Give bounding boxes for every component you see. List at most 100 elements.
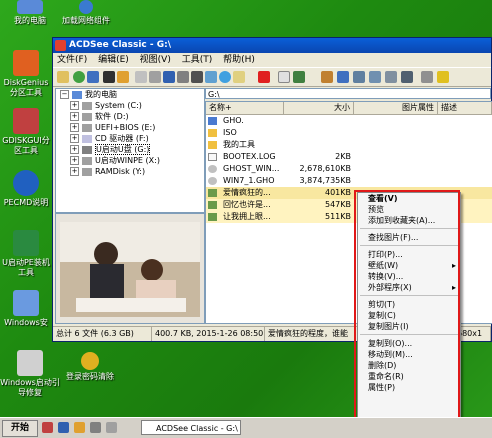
taskbar-task-label: ACDSee Classic - G:\	[156, 424, 238, 433]
tools-icon[interactable]	[321, 71, 333, 83]
taskbar-task-acdsee[interactable]: ACDSee Classic - G:\	[141, 420, 241, 435]
quicklaunch-icon[interactable]	[58, 422, 69, 433]
thumbnails-icon[interactable]	[353, 71, 365, 83]
file-row[interactable]: WIN7_1.GHO 3,874,735KB	[206, 175, 492, 187]
uqidong-icon	[13, 230, 39, 256]
tree-item-drive-e[interactable]: + UEFI+BIOS (E:)	[56, 122, 204, 133]
desktop-icon-my-computer[interactable]: 我的电脑	[0, 0, 60, 26]
text-file-icon	[208, 153, 217, 161]
file-size	[284, 139, 354, 151]
window-title-bar[interactable]: ACDSee Classic - G:\	[53, 38, 491, 53]
expand-icon[interactable]: +	[70, 145, 79, 154]
menu-tools[interactable]: 工具(T)	[178, 55, 217, 65]
list-icon[interactable]	[385, 71, 397, 83]
drive-icon	[82, 101, 92, 110]
folder-up-icon[interactable]	[57, 71, 69, 83]
view-icon[interactable]	[278, 71, 290, 83]
grid-icon[interactable]	[401, 71, 413, 83]
tree-item-drive-x[interactable]: + U启动WINPE (X:)	[56, 155, 204, 166]
desktop-icon-pecmd[interactable]: PECMD说明	[0, 170, 52, 208]
file-row[interactable]: 我的工具	[206, 139, 492, 151]
tree-item-drive-g[interactable]: + U启动U盘 (G:)	[56, 144, 204, 155]
file-row[interactable]: GHO.	[206, 115, 492, 127]
file-size: 511KB	[324, 212, 351, 221]
window-title: ACDSee Classic - G:\	[69, 40, 172, 50]
refresh-icon[interactable]	[73, 71, 85, 83]
expand-icon[interactable]: +	[70, 123, 79, 132]
network-icon	[79, 0, 93, 14]
desktop-icon-windows-install[interactable]: Windows安	[0, 290, 52, 328]
up-arrow-icon[interactable]	[87, 71, 99, 83]
email-icon[interactable]	[233, 71, 245, 83]
quicklaunch-icon[interactable]	[90, 422, 101, 433]
file-list-header: 名称+ 大小 图片属性 描述	[206, 102, 492, 115]
desktop-icon-diskgenius[interactable]: DiskGenius分区工具	[0, 50, 52, 98]
menu-help[interactable]: 帮助(H)	[219, 55, 259, 65]
file-name: BOOTEX.LOG	[223, 152, 276, 161]
folder-icon	[208, 129, 217, 137]
tree-item-my-computer[interactable]: − 我的电脑	[56, 89, 204, 100]
tree-item-drive-y[interactable]: + RAMDisk (Y:)	[56, 166, 204, 177]
computer-icon	[17, 0, 43, 14]
column-image-properties[interactable]: 图片属性	[354, 102, 438, 114]
desktop-icon-password-clear[interactable]: 登录密码清除	[58, 352, 122, 382]
expand-icon[interactable]: +	[70, 134, 79, 143]
tree-item-drive-f[interactable]: + CD 驱动器 (F:)	[56, 133, 204, 144]
file-name: 回忆也许是...	[223, 200, 271, 209]
delete-icon[interactable]	[258, 71, 270, 83]
image-icon[interactable]	[205, 71, 217, 83]
folder-tree[interactable]: − 我的电脑 + System (C:) + 软件 (D:) + UEFI+BIOS (…	[55, 88, 205, 213]
drive-icon	[82, 156, 92, 165]
start-button[interactable]: 开始	[2, 420, 38, 437]
quicklaunch-icon[interactable]	[74, 422, 85, 433]
details-icon[interactable]	[369, 71, 381, 83]
collapse-icon[interactable]: −	[60, 90, 69, 99]
menu-view[interactable]: 视图(V)	[136, 55, 175, 65]
file-row[interactable]: GHOST_WIN... 2,678,610KB	[206, 163, 492, 175]
highlight-box	[354, 190, 460, 435]
camera-icon[interactable]	[191, 71, 203, 83]
desktop-icon-uqidong[interactable]: U启动PE装机工具	[0, 230, 52, 278]
expand-icon[interactable]: +	[70, 167, 79, 176]
usb-drive-icon	[82, 145, 92, 154]
file-size	[284, 115, 354, 127]
address-bar[interactable]: G:\	[205, 88, 491, 99]
desktop-icon-label: GDISKGUI分区工具	[2, 136, 50, 155]
settings-icon[interactable]	[421, 71, 433, 83]
print-icon[interactable]	[177, 71, 189, 83]
tree-item-drive-c[interactable]: + System (C:)	[56, 100, 204, 111]
file-row[interactable]: ISO	[206, 127, 492, 139]
drive-icon	[82, 123, 92, 132]
favorites-icon[interactable]	[117, 71, 129, 83]
menu-file[interactable]: 文件(F)	[53, 55, 91, 65]
copy-icon[interactable]	[135, 71, 147, 83]
preview-image	[56, 214, 204, 323]
move-icon[interactable]	[149, 71, 161, 83]
desktop-icon-network[interactable]: 加载网络组件	[56, 0, 116, 26]
quicklaunch-icon[interactable]	[42, 422, 53, 433]
help-icon[interactable]	[437, 71, 449, 83]
binoculars-icon[interactable]	[103, 71, 115, 83]
column-size[interactable]: 大小	[284, 102, 354, 114]
column-description[interactable]: 描述	[438, 102, 492, 114]
file-row[interactable]: BOOTEX.LOG 2KB	[206, 151, 492, 163]
expand-icon[interactable]: +	[70, 156, 79, 165]
expand-icon[interactable]: +	[70, 101, 79, 110]
image-file-icon	[208, 189, 217, 197]
desktop-icon-gdiskgui[interactable]: GDISKGUI分区工具	[0, 108, 52, 156]
preview-pane	[55, 213, 205, 324]
globe-icon[interactable]	[219, 71, 231, 83]
wallpaper-icon[interactable]	[337, 71, 349, 83]
diskgenius-icon	[13, 50, 39, 76]
image-file-icon	[208, 201, 217, 209]
rotate-icon[interactable]	[293, 71, 305, 83]
desktop-icon-label: Windows安	[4, 318, 48, 327]
boot-repair-icon	[17, 350, 43, 376]
tree-item-drive-d[interactable]: + 软件 (D:)	[56, 111, 204, 122]
expand-icon[interactable]: +	[70, 112, 79, 121]
column-name[interactable]: 名称+	[206, 102, 284, 114]
quicklaunch-icon[interactable]	[106, 422, 117, 433]
menu-edit[interactable]: 编辑(E)	[94, 55, 133, 65]
slideshow-icon[interactable]	[163, 71, 175, 83]
desktop-icon-boot-repair[interactable]: Windows启动引导修复	[0, 350, 60, 398]
